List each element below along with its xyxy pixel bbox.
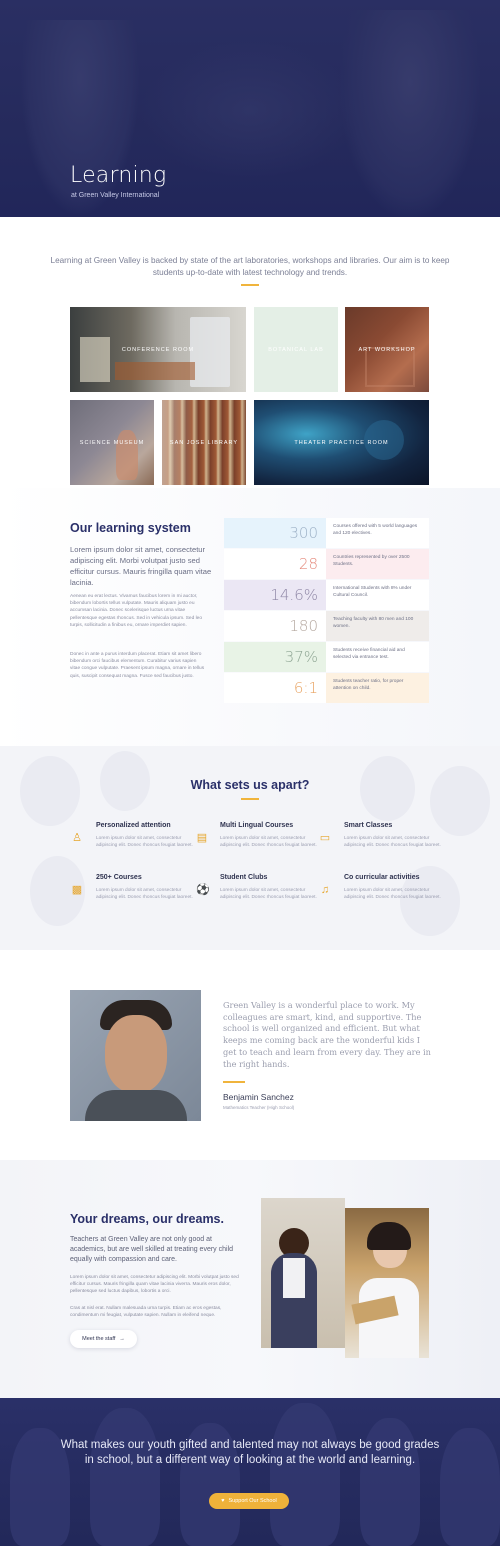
feature-description: Lorem ipsum dolor sit amet, consectetur …: [220, 836, 317, 848]
meet-the-staff-button[interactable]: Meet the staff →: [70, 1330, 137, 1348]
feature-description: Lorem ipsum dolor sit amet, consectetur …: [344, 836, 441, 848]
page-title: Learning: [70, 163, 167, 188]
facility-label: Conference Room: [121, 346, 195, 353]
soccer-ball-icon: ⚽: [196, 884, 210, 896]
feature-description: Lorem ipsum dolor sit amet, consectetur …: [96, 836, 193, 848]
facility-tile-conference-room[interactable]: Conference Room: [70, 307, 246, 392]
accent-divider: [241, 284, 259, 286]
feature-title: Personalized attention: [96, 822, 171, 829]
testimonial-role: Mathematics Teacher (High School): [223, 1105, 295, 1110]
hero-background-figure: [340, 10, 480, 217]
facility-label: Theater Practice Room: [294, 439, 389, 446]
translate-icon: ▤: [196, 832, 208, 844]
stat-value: 6:1: [224, 673, 326, 703]
section-lead: Teachers at Green Valley are not only go…: [70, 1236, 234, 1263]
hero-banner: Learning at Green Valley International: [0, 0, 500, 217]
feature-description: Lorem ipsum dolor sit amet, consectetur …: [344, 888, 441, 900]
facility-label: San Jose Library: [169, 439, 239, 446]
section-title: Our learning system: [70, 521, 191, 535]
stat-description: Courses offered with 5 world languages a…: [326, 518, 429, 548]
facility-label: Science Museum: [79, 439, 145, 446]
support-our-school-button[interactable]: ♥ Support Our School: [209, 1493, 289, 1509]
arrow-right-icon: →: [119, 1336, 125, 1342]
facility-tile-art-workshop[interactable]: Art Workshop: [345, 307, 429, 392]
testimonial-name: Benjamin Sanchez: [223, 1092, 294, 1102]
book-icon: ▩: [71, 884, 83, 896]
facility-tile-theater-practice-room[interactable]: Theater Practice Room: [254, 400, 429, 485]
feature-title: Multi Lingual Courses: [220, 822, 294, 829]
section-paragraph: Aenean eu erat lectus. Vivamus faucibus …: [70, 594, 202, 628]
cta-banner: [0, 1398, 500, 1546]
teacher-portrait: [70, 990, 201, 1121]
accent-divider: [241, 798, 259, 800]
feature-title: Smart Classes: [344, 822, 393, 829]
feature-title: Student Clubs: [220, 874, 268, 881]
testimonial-quote: Green Valley is a wonderful place to wor…: [223, 1000, 431, 1069]
facility-tile-botanical-lab[interactable]: Botanical Lab: [254, 307, 338, 392]
stat-description: International Students with 8% under Cul…: [326, 580, 429, 610]
intro-text: Learning at Green Valley is backed by st…: [50, 256, 450, 277]
stat-description: Students teacher ratio, for proper atten…: [326, 673, 429, 703]
stat-description: Teaching faculty with 80 men and 100 wom…: [326, 611, 429, 641]
section-lead: Lorem ipsum dolor sit amet, consectetur …: [70, 545, 212, 587]
feature-description: Lorem ipsum dolor sit amet, consectetur …: [220, 888, 317, 900]
stat-value: 180: [224, 611, 326, 641]
laptop-icon: ▭: [319, 832, 331, 844]
stat-value: 300: [224, 518, 326, 548]
teacher-photo: [261, 1198, 345, 1348]
section-paragraph: Lorem ipsum dolor sit amet, consectetur …: [70, 1275, 239, 1295]
button-label: Support Our School: [228, 1498, 277, 1504]
feature-title: 250+ Courses: [96, 874, 142, 881]
section-paragraph: Donec in ante a purus interdum placerat.…: [70, 652, 205, 679]
stat-description: Students receive financial aid and selec…: [326, 642, 429, 672]
facility-tile-science-museum[interactable]: Science Museum: [70, 400, 154, 485]
section-paragraph: Cras at nisl erat. Nullam malesuada urna…: [70, 1306, 222, 1319]
stat-description: Countries represented by over 2500 Stude…: [326, 549, 429, 579]
student-photo: [345, 1208, 429, 1358]
hero-background-board: [140, 40, 360, 180]
music-note-icon: ♫: [320, 884, 330, 896]
person-icon: ♙: [72, 832, 82, 844]
cta-text: What makes our youth gifted and talented…: [60, 1439, 440, 1466]
accent-divider: [223, 1081, 245, 1083]
button-label: Meet the staff: [82, 1336, 116, 1342]
stat-value: 28: [224, 549, 326, 579]
section-title: What sets us apart?: [190, 778, 310, 792]
heart-icon: ♥: [221, 1498, 225, 1504]
section-title: Your dreams, our dreams.: [70, 1212, 224, 1226]
facility-tile-san-jose-library[interactable]: San Jose Library: [162, 400, 246, 485]
feature-title: Co curricular activities: [344, 874, 420, 881]
feature-description: Lorem ipsum dolor sit amet, consectetur …: [96, 888, 193, 900]
facility-label: Art Workshop: [358, 346, 416, 353]
facility-label: Botanical Lab: [268, 346, 324, 353]
stat-value: 14.6%: [224, 580, 326, 610]
page-subtitle: at Green Valley International: [71, 192, 160, 199]
stat-value: 37%: [224, 642, 326, 672]
